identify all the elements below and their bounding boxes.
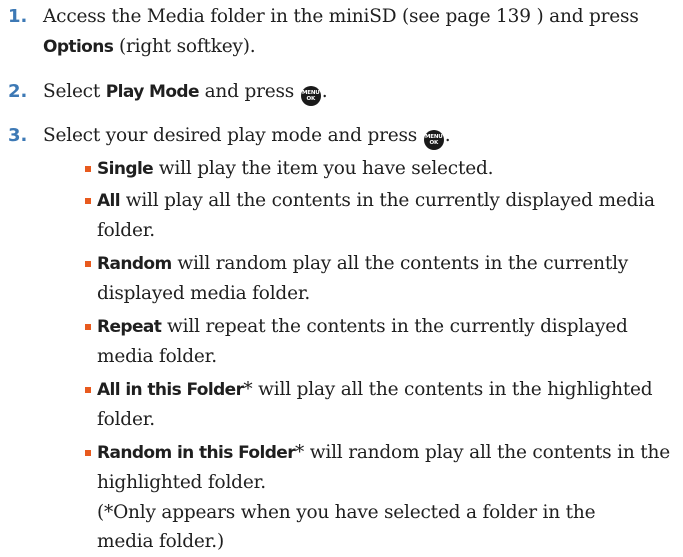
options-label: Options (43, 37, 114, 57)
bullet-icon (85, 198, 91, 204)
footnote: media folder.) (97, 531, 224, 552)
step-text-line: Access the Media folder in the miniSD (s… (43, 6, 639, 27)
step-text-line: Select your desired play mode and press … (43, 120, 451, 151)
bullet-icon (85, 166, 91, 172)
step-number: 3. (8, 125, 28, 146)
option-term: All in this Folder (97, 380, 244, 400)
bullet-icon (85, 450, 91, 456)
bullet-icon (85, 261, 91, 267)
option-term: Repeat (97, 317, 162, 337)
step-number: 1. (8, 6, 28, 27)
option-term: Random (97, 254, 172, 274)
step-text-line: Options (right softkey). (43, 36, 256, 57)
play-mode-label: Play Mode (105, 82, 200, 102)
step-text-line: Select Play Mode and press MENU OK. (43, 76, 328, 108)
bullet-icon (85, 324, 91, 330)
footnote: (*Only appears when you have selected a … (97, 502, 596, 523)
menu-ok-key-icon: MENU OK (423, 130, 444, 150)
step-number: 2. (8, 81, 28, 102)
option-term: All (97, 191, 121, 211)
menu-ok-key-icon: MENU OK (300, 86, 321, 106)
manual-page: 1. Access the Media folder in the miniSD… (0, 0, 683, 552)
bullet-icon (85, 387, 91, 393)
option-term: Random in this Folder (97, 443, 296, 463)
option-term: Single (97, 159, 154, 179)
